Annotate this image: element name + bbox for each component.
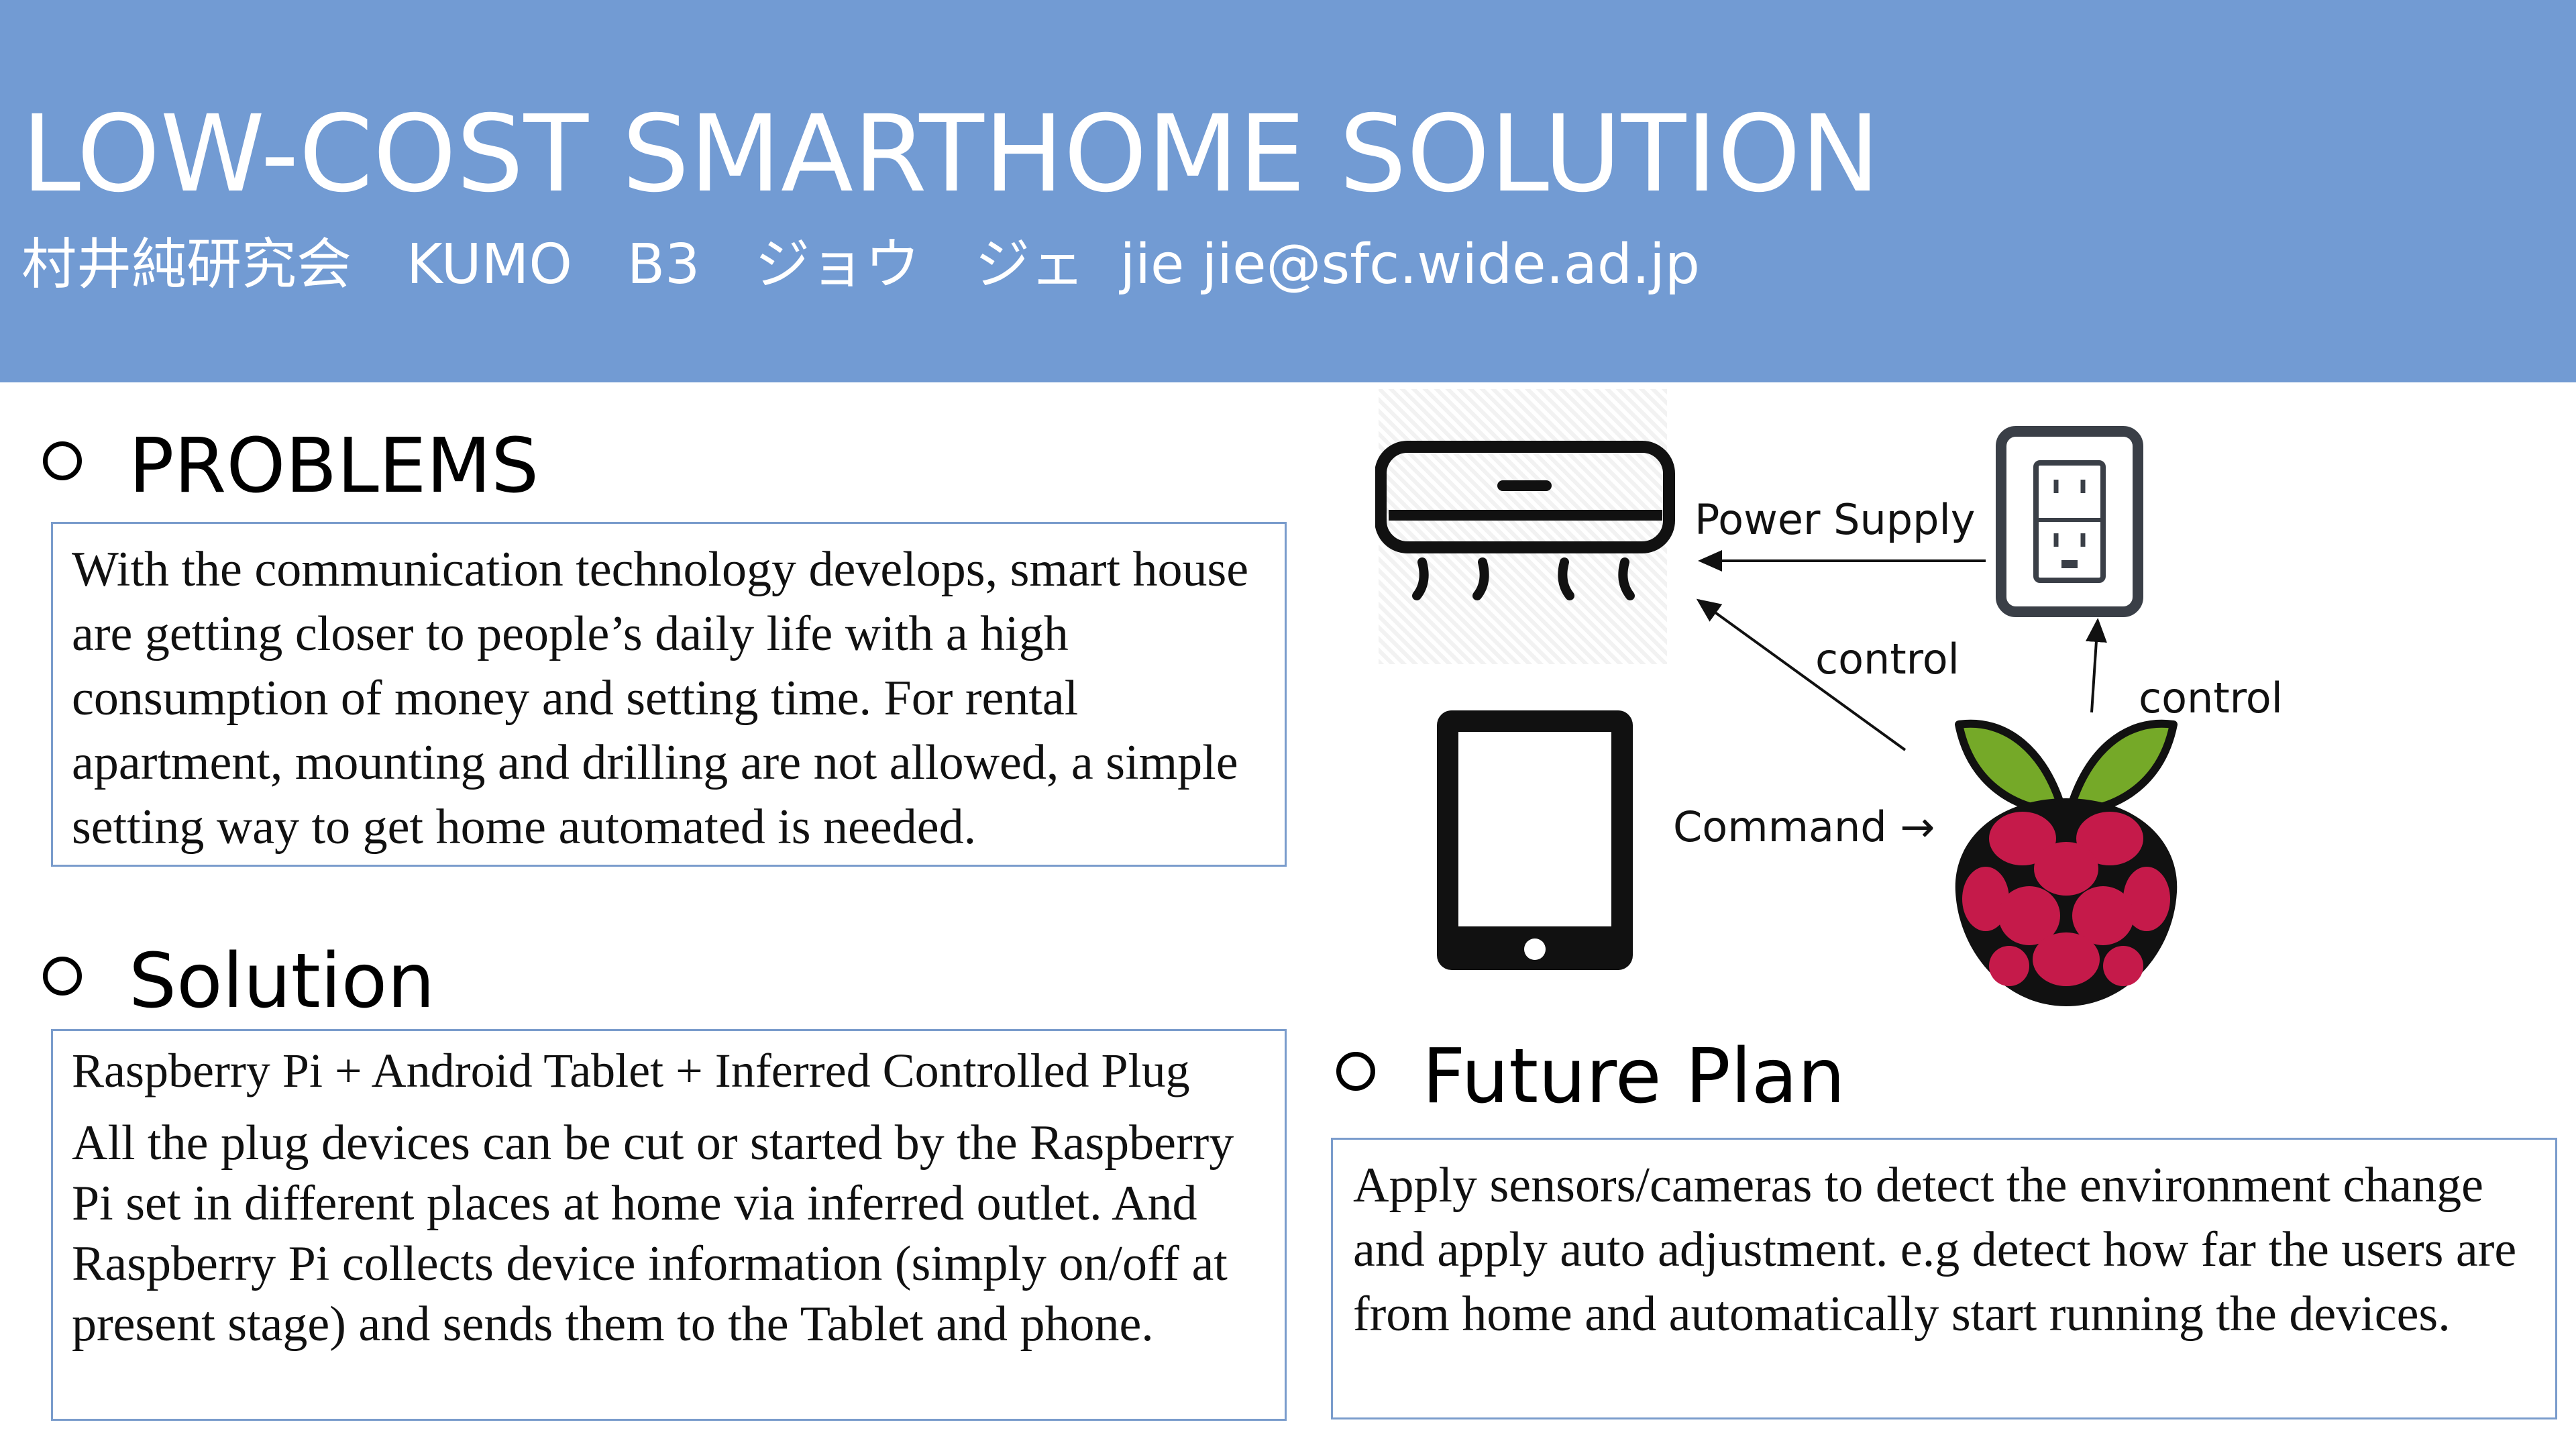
control-arrow-to-outlet: [2085, 618, 2107, 713]
power-supply-label: Power Supply: [1695, 495, 1976, 544]
poster: LOW-COST SMARTHOME SOLUTION 村井純研究会 KUMO …: [0, 0, 2576, 1449]
control-label-right: control: [2139, 674, 2283, 722]
diagram-arrows: [1696, 550, 2107, 751]
control-label-left: control: [1815, 635, 1960, 684]
command-label: Command →: [1673, 802, 1935, 851]
